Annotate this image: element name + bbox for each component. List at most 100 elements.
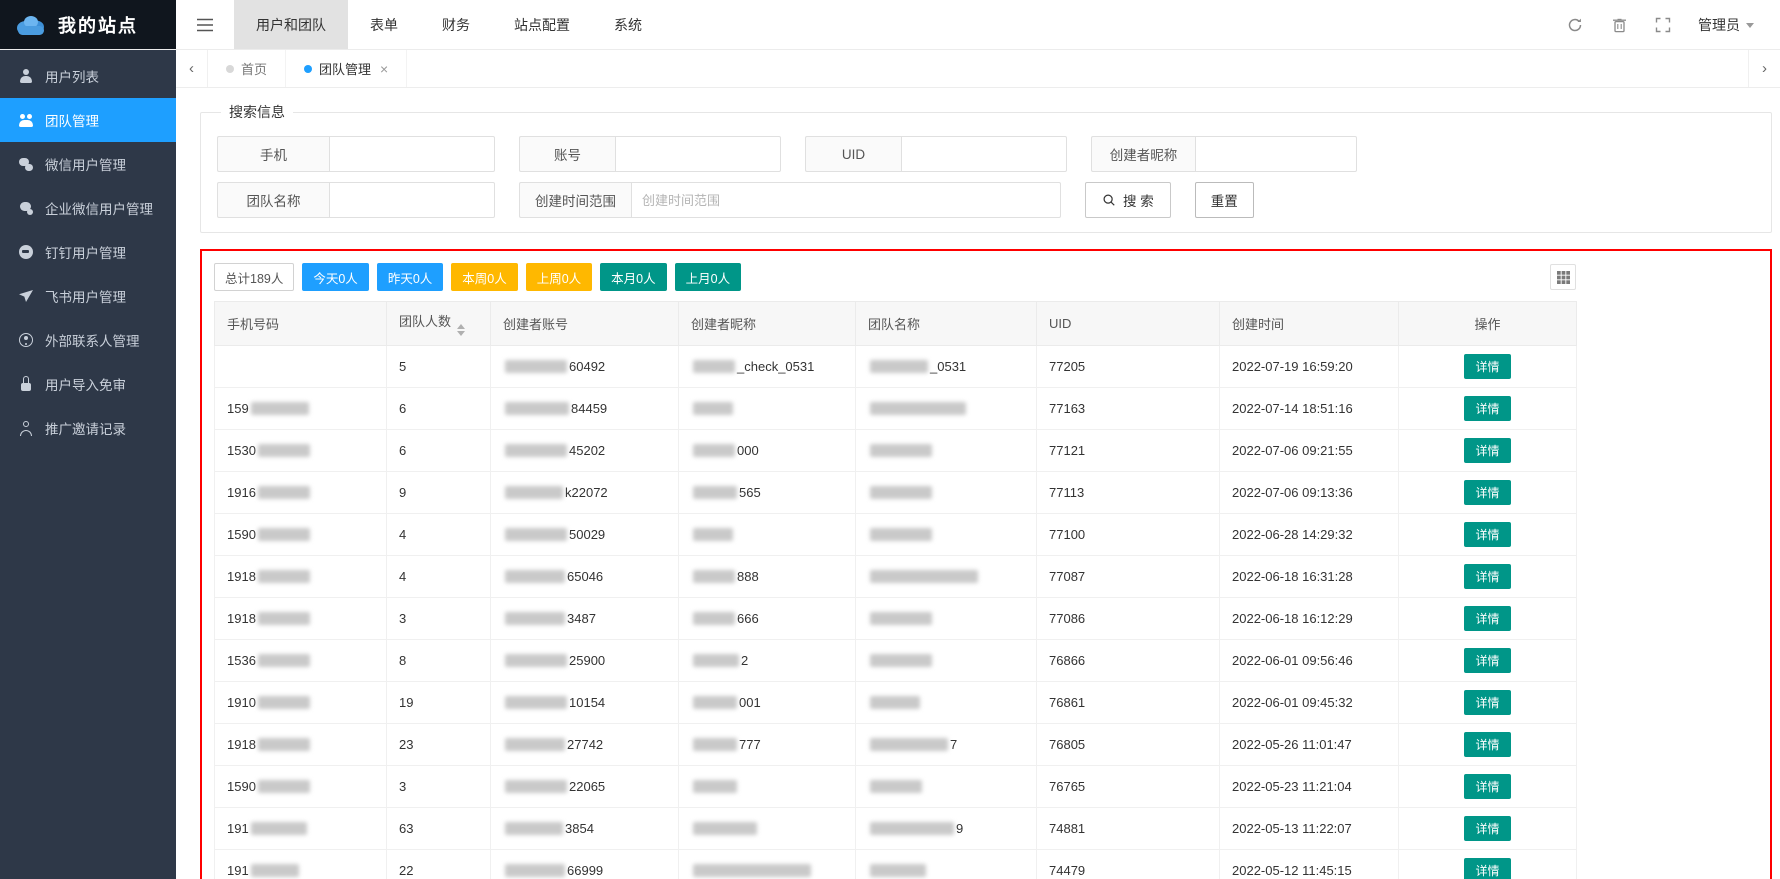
- sidebar-item[interactable]: 企业微信用户管理: [0, 186, 176, 230]
- close-icon[interactable]: ×: [380, 61, 388, 77]
- sidebar-item[interactable]: 飞书用户管理: [0, 274, 176, 318]
- column-header: 创建者昵称: [679, 302, 856, 346]
- teams-table: 手机号码团队人数创建者账号创建者昵称团队名称UID创建时间操作 5 60492 …: [214, 301, 1577, 879]
- cell-creator-nickname: 666: [679, 598, 856, 640]
- sidebar-item[interactable]: 钉钉用户管理: [0, 230, 176, 274]
- topnav-tab[interactable]: 表单: [348, 0, 420, 49]
- sidebar-item-label: 用户导入免审: [45, 374, 126, 394]
- redacted-block: [870, 570, 978, 583]
- redacted-block: [251, 402, 309, 415]
- redacted-block: [258, 696, 310, 709]
- sidebar-item[interactable]: 团队管理: [0, 98, 176, 142]
- cloud-logo-icon: [14, 13, 48, 37]
- stat-badge[interactable]: 本月0人: [600, 263, 666, 291]
- creator-nickname-input[interactable]: [1195, 136, 1357, 172]
- cell-uid: 77121: [1037, 430, 1220, 472]
- detail-button[interactable]: 详情: [1464, 690, 1510, 715]
- cell-created-time: 2022-07-19 16:59:20: [1220, 346, 1399, 388]
- column-filter-icon[interactable]: [1550, 264, 1576, 290]
- cell-created-time: 2022-07-06 09:21:55: [1220, 430, 1399, 472]
- phone-input[interactable]: [329, 136, 495, 172]
- reset-button[interactable]: 重置: [1195, 182, 1254, 218]
- sort-icon[interactable]: [457, 324, 465, 336]
- cell-phone: 1530: [215, 430, 387, 472]
- detail-button[interactable]: 详情: [1464, 732, 1510, 757]
- table-header-row: 手机号码团队人数创建者账号创建者昵称团队名称UID创建时间操作: [215, 302, 1577, 346]
- topnav-tab[interactable]: 财务: [420, 0, 492, 49]
- team-name-input[interactable]: [329, 182, 495, 218]
- page-tab[interactable]: 首页: [208, 50, 286, 87]
- cell-created-time: 2022-07-06 09:13:36: [1220, 472, 1399, 514]
- column-header: 团队人数: [387, 302, 491, 346]
- sidebar-item[interactable]: 用户导入免审: [0, 362, 176, 406]
- cell-created-time: 2022-05-12 11:45:15: [1220, 850, 1399, 879]
- stat-badge[interactable]: 今天0人: [302, 263, 368, 291]
- site-logo[interactable]: 我的站点: [0, 0, 176, 49]
- refresh-icon[interactable]: [1566, 16, 1584, 34]
- column-header: 创建者账号: [491, 302, 679, 346]
- detail-button[interactable]: 详情: [1464, 858, 1510, 879]
- topnav-tab[interactable]: 系统: [592, 0, 664, 49]
- detail-button[interactable]: 详情: [1464, 774, 1510, 799]
- cell-uid: 77205: [1037, 346, 1220, 388]
- topnav-tab[interactable]: 用户和团队: [234, 0, 348, 49]
- cell-actions: 详情: [1399, 682, 1577, 724]
- cell-actions: 详情: [1399, 724, 1577, 766]
- admin-label: 管理员: [1698, 15, 1740, 35]
- sidebar-item[interactable]: 微信用户管理: [0, 142, 176, 186]
- stat-badge[interactable]: 总计189人: [214, 263, 294, 291]
- page-tab[interactable]: 团队管理 ×: [286, 50, 407, 87]
- redacted-block: [505, 360, 567, 373]
- tabs-scroll-right-icon[interactable]: ›: [1748, 50, 1780, 87]
- sidebar-item-label: 企业微信用户管理: [45, 198, 153, 218]
- detail-button[interactable]: 详情: [1464, 396, 1510, 421]
- redacted-block: [870, 864, 926, 877]
- detail-button[interactable]: 详情: [1464, 354, 1510, 379]
- redacted-block: [258, 654, 310, 667]
- cell-creator-nickname: 001: [679, 682, 856, 724]
- cell-created-time: 2022-06-18 16:12:29: [1220, 598, 1399, 640]
- topnav-tab[interactable]: 站点配置: [492, 0, 592, 49]
- feishu-icon: [18, 288, 34, 304]
- redacted-block: [870, 654, 932, 667]
- column-header: 手机号码: [215, 302, 387, 346]
- collapse-menu-icon[interactable]: [176, 0, 234, 49]
- cell-phone: 1918: [215, 556, 387, 598]
- table-row: 1530 6 45202 000 77121 2022-07-06 09:21:…: [215, 430, 1577, 472]
- admin-menu[interactable]: 管理员: [1698, 15, 1754, 35]
- stat-badge[interactable]: 上周0人: [526, 263, 592, 291]
- detail-button[interactable]: 详情: [1464, 438, 1510, 463]
- cell-team-name: [856, 766, 1037, 808]
- detail-button[interactable]: 详情: [1464, 480, 1510, 505]
- detail-button[interactable]: 详情: [1464, 522, 1510, 547]
- redacted-block: [258, 738, 310, 751]
- cell-creator-account: 10154: [491, 682, 679, 724]
- fullscreen-icon[interactable]: [1654, 16, 1672, 34]
- stat-badge[interactable]: 上月0人: [675, 263, 741, 291]
- sidebar-item[interactable]: 外部联系人管理: [0, 318, 176, 362]
- detail-button[interactable]: 详情: [1464, 606, 1510, 631]
- detail-button[interactable]: 详情: [1464, 816, 1510, 841]
- detail-button[interactable]: 详情: [1464, 648, 1510, 673]
- cell-phone: 1918: [215, 598, 387, 640]
- search-button[interactable]: 搜 索: [1085, 182, 1171, 218]
- sidebar-item[interactable]: 推广邀请记录: [0, 406, 176, 450]
- account-input[interactable]: [615, 136, 781, 172]
- table-row: 159 6 84459 77163 2022-07-14 18:51:16 详情: [215, 388, 1577, 430]
- tabs-scroll-left-icon[interactable]: ‹: [176, 50, 208, 87]
- uid-input[interactable]: [901, 136, 1067, 172]
- stat-badge[interactable]: 本周0人: [451, 263, 517, 291]
- date-range-input[interactable]: [631, 182, 1061, 218]
- trash-icon[interactable]: [1610, 16, 1628, 34]
- page-tab-label: 团队管理: [319, 59, 371, 78]
- cell-members: 8: [387, 640, 491, 682]
- cell-team-name: [856, 514, 1037, 556]
- table-row: 1536 8 25900 2 76866 2022-06-01 09:56:46…: [215, 640, 1577, 682]
- sidebar-item[interactable]: 用户列表: [0, 54, 176, 98]
- cell-creator-account: 3854: [491, 808, 679, 850]
- stat-badge[interactable]: 昨天0人: [377, 263, 443, 291]
- cell-creator-account: 45202: [491, 430, 679, 472]
- cell-members: 4: [387, 514, 491, 556]
- detail-button[interactable]: 详情: [1464, 564, 1510, 589]
- tab-status-dot: [304, 65, 312, 73]
